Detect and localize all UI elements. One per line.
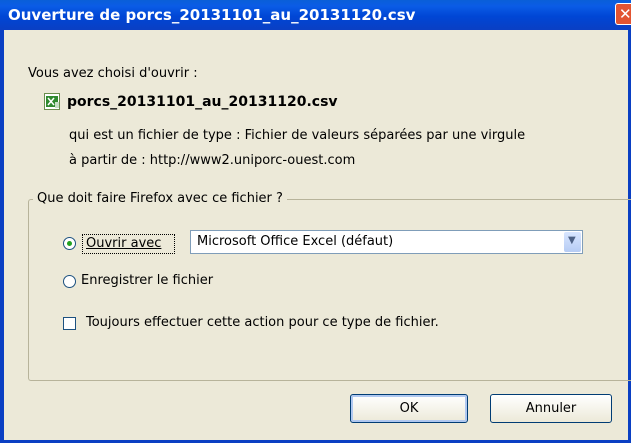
open-with-radio[interactable] (63, 237, 76, 250)
chevron-down-icon: ▼ (568, 235, 576, 246)
ok-button[interactable]: OK (350, 394, 468, 423)
download-dialog: Ouverture de porcs_20131101_au_20131120.… (0, 0, 631, 443)
open-with-label-text: Ouvrir avec (86, 236, 162, 251)
save-file-label[interactable]: Enregistrer le fichier (81, 273, 213, 288)
csv-file-icon (44, 93, 60, 110)
close-button[interactable]: ✕ (615, 3, 631, 25)
window-frame-left (0, 30, 4, 443)
always-do-label[interactable]: Toujours effectuer cette action pour ce … (86, 315, 439, 330)
file-type-text: qui est un fichier de type : Fichier de … (69, 128, 526, 143)
open-with-app-value: Microsoft Office Excel (défaut) (197, 234, 394, 249)
intro-text: Vous avez choisi d'ouvrir : (28, 66, 198, 81)
title-bar[interactable]: Ouverture de porcs_20131101_au_20131120.… (0, 0, 631, 30)
file-name: porcs_20131101_au_20131120.csv (67, 94, 338, 110)
cancel-button[interactable]: Annuler (490, 394, 612, 423)
action-groupbox (28, 199, 631, 381)
open-with-app-select[interactable]: Microsoft Office Excel (défaut) ▼ (190, 230, 583, 254)
window-title: Ouverture de porcs_20131101_au_20131120.… (8, 6, 416, 24)
save-file-radio[interactable] (63, 275, 76, 288)
file-source-text: à partir de : http://www2.uniporc-ouest.… (69, 153, 356, 168)
action-groupbox-legend: Que doit faire Firefox avec ce fichier ? (33, 191, 287, 206)
always-do-checkbox[interactable] (63, 317, 76, 330)
dropdown-button[interactable]: ▼ (564, 232, 581, 252)
open-with-label[interactable]: Ouvrir avec (86, 236, 161, 251)
close-icon: ✕ (619, 5, 631, 23)
cancel-button-label: Annuler (525, 401, 577, 416)
ok-button-label: OK (399, 401, 419, 416)
